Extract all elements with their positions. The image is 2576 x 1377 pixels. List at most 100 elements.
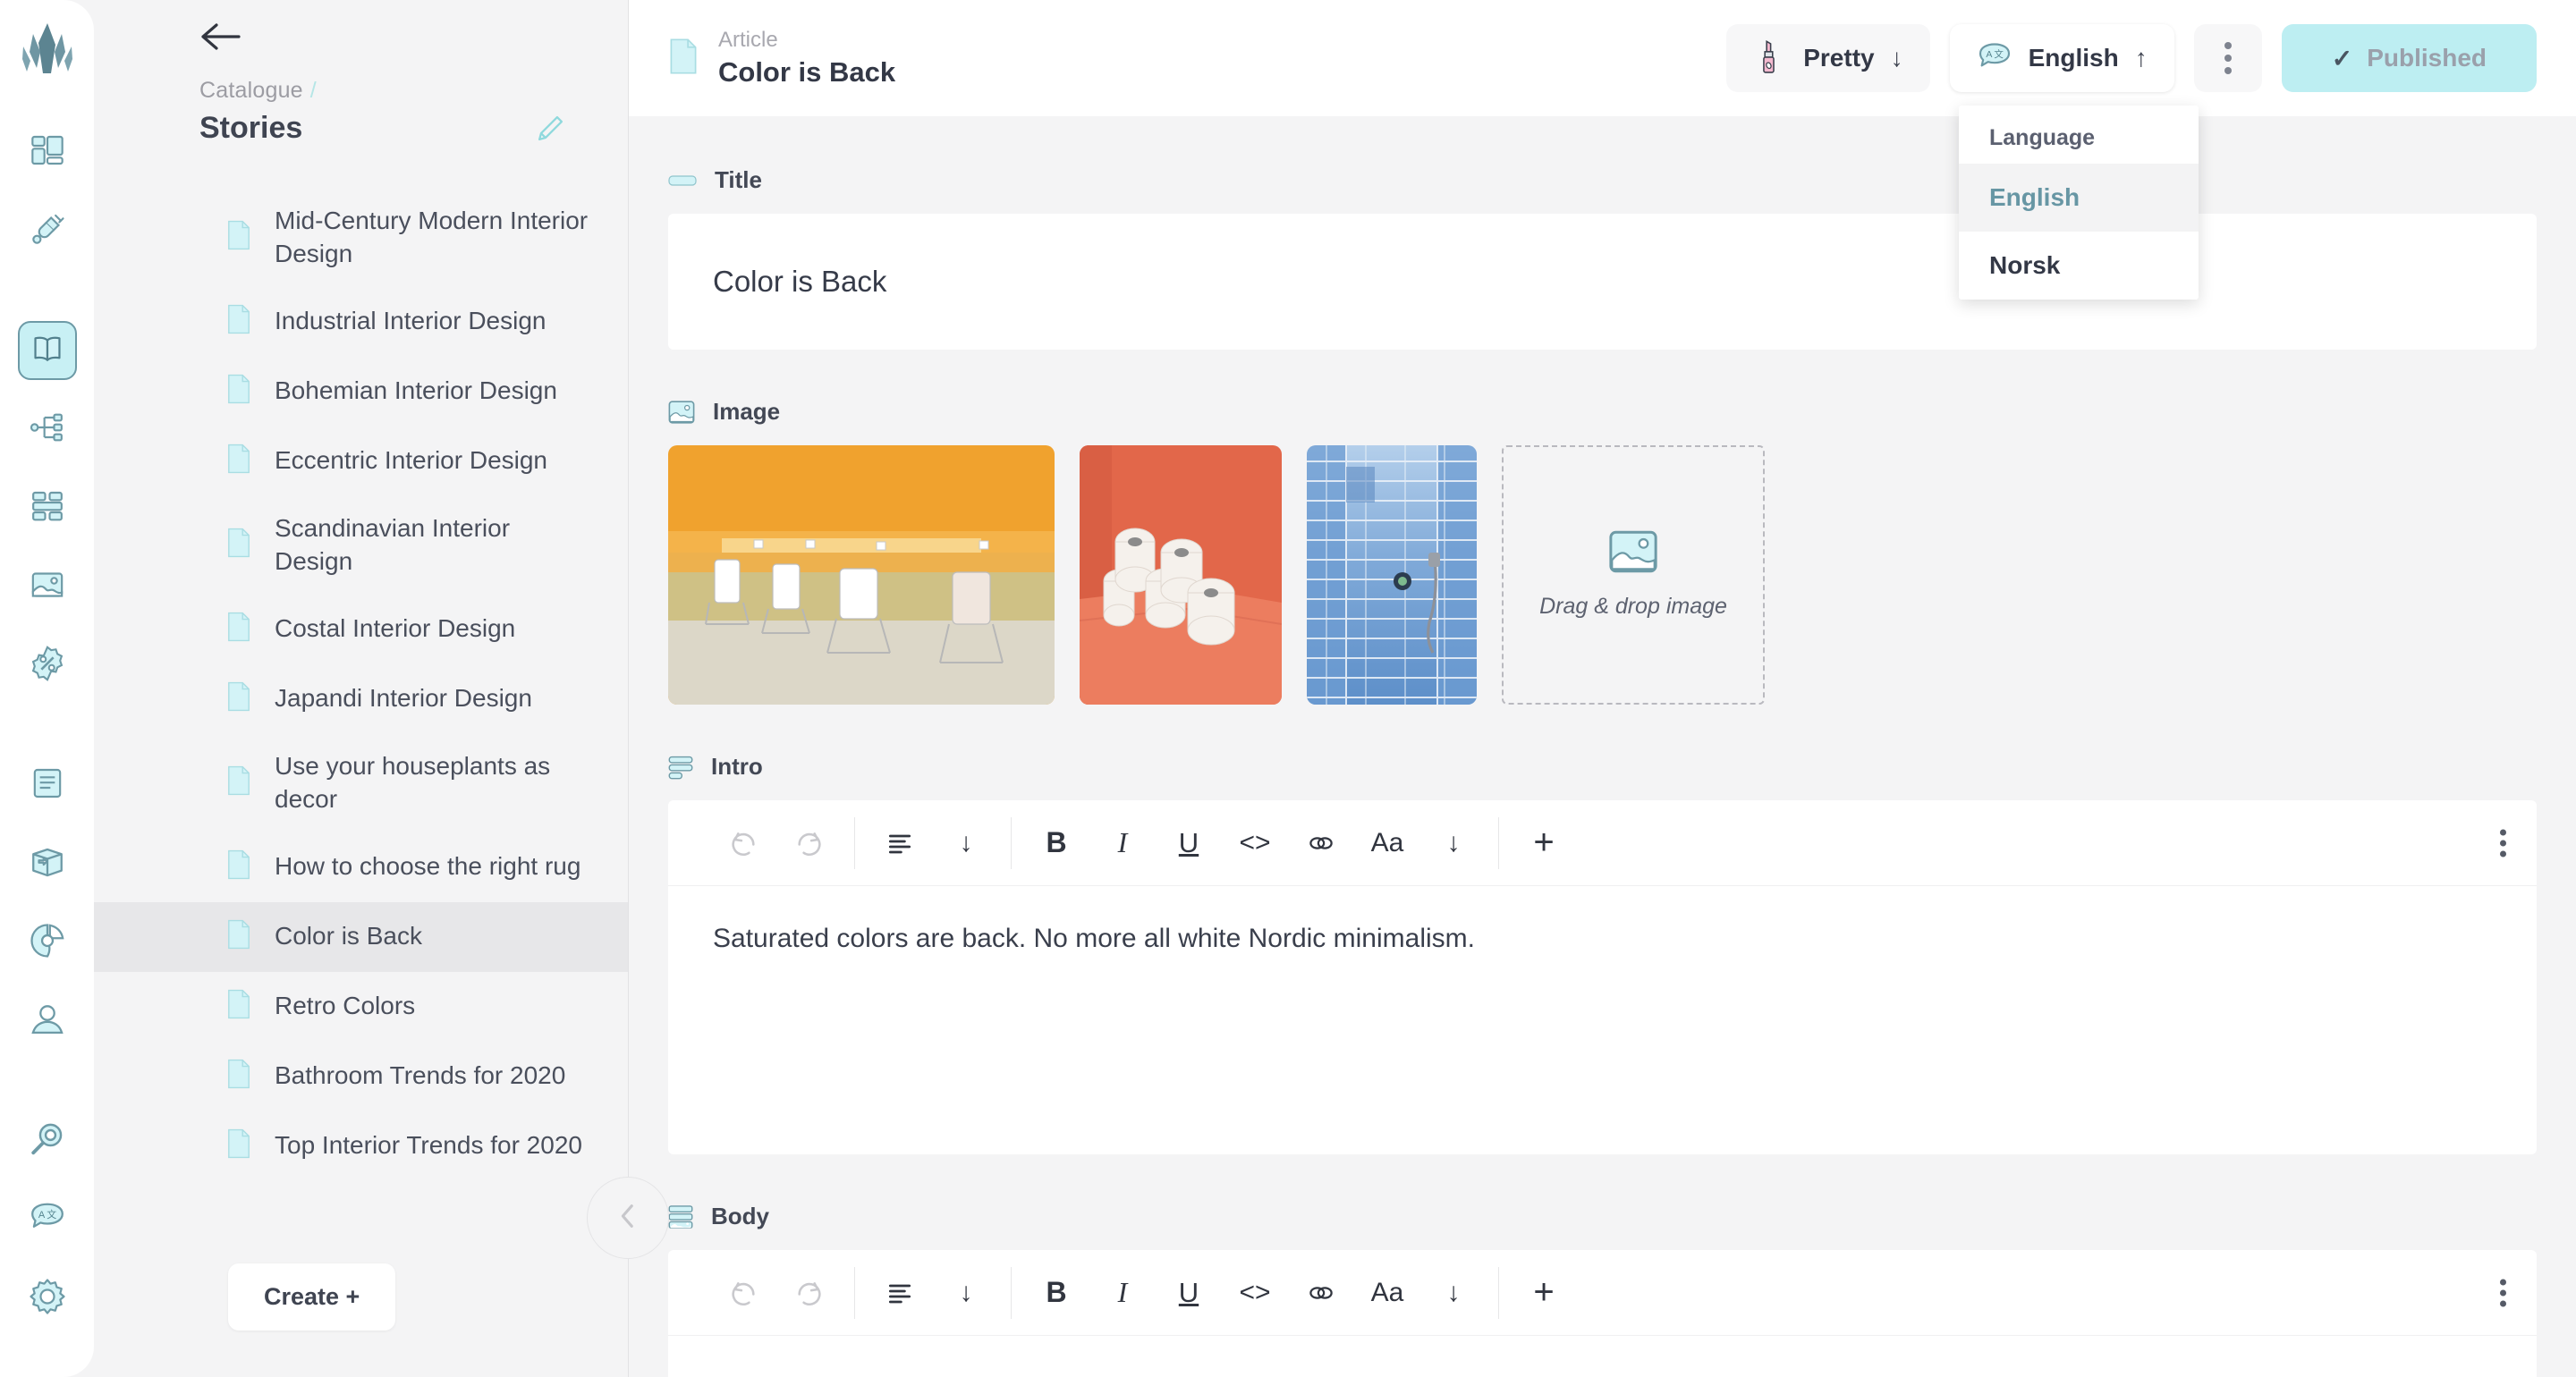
more-options-button[interactable] [2193,24,2262,92]
chevron-down-icon[interactable]: ↓ [941,818,991,868]
back-row [94,0,628,58]
create-button[interactable]: Create + [228,1263,396,1331]
editor-more-button[interactable] [2500,829,2506,857]
user-icon [29,1001,66,1043]
toolbar-insert-group: + [1499,1268,1589,1318]
list-item[interactable]: Costal Interior Design [94,595,628,664]
pretty-button[interactable]: Pretty ↓ [1726,24,1930,92]
sitemap-icon [30,410,65,450]
image-thumbnail-row: Drag & drop image [668,445,2537,705]
code-button[interactable]: <> [1230,1268,1280,1318]
dashboard-icon [30,132,65,173]
undo-icon[interactable] [718,818,768,868]
list-item-label: Bathroom Trends for 2020 [275,1061,566,1090]
image-thumbnail[interactable] [668,445,1055,705]
rich-text-icon [668,1204,693,1229]
field-label-text: Body [711,1203,769,1229]
field-image: Image Drag & drop image [629,398,2576,705]
edit-pencil-icon[interactable] [535,114,565,144]
list-item[interactable]: Bathroom Trends for 2020 [94,1042,628,1111]
bold-button[interactable]: B [1031,818,1081,868]
sidebar-item-orders[interactable] [18,756,77,815]
editor-more-button[interactable] [2500,1279,2506,1306]
sidebar-item-integrations[interactable] [18,201,77,260]
redo-icon[interactable] [784,818,835,868]
kebab-dot [2500,850,2506,857]
language-label: English [2028,44,2119,72]
sidebar-item-catalogue[interactable] [17,321,77,380]
list-item[interactable]: How to choose the right rug [94,832,628,902]
text-style-button[interactable]: Aa [1362,818,1412,868]
title-input[interactable]: Color is Back [668,214,2537,350]
list-item[interactable]: Retro Colors [94,972,628,1042]
image-dropzone[interactable]: Drag & drop image [1502,445,1765,705]
sidebar-item-settings[interactable] [18,1269,77,1328]
image-thumbnail[interactable] [1307,445,1477,705]
kebab-dot [2224,67,2232,74]
sidebar-item-structure[interactable] [18,400,77,459]
field-title-label: Title [668,166,2537,194]
list-item[interactable]: Use your houseplants as decor [94,734,628,832]
sidebar-item-analytics[interactable] [18,913,77,972]
publish-status-button[interactable]: ✓ Published [2281,24,2537,92]
italic-button[interactable]: I [1097,1268,1148,1318]
list-item[interactable]: Bohemian Interior Design [94,357,628,427]
body-editor-toolbar: ↓ B I U <> Aa ↓ + [668,1250,2537,1336]
list-item[interactable]: Japandi Interior Design [94,664,628,734]
text-style-button[interactable]: Aa [1362,1268,1412,1318]
underline-button[interactable]: U [1164,818,1214,868]
bold-button[interactable]: B [1031,1268,1081,1318]
list-item[interactable]: Industrial Interior Design [94,287,628,357]
field-body: Body ↓ B I U <> Aa ↓ + [629,1203,2576,1377]
book-icon [30,332,64,370]
chevron-down-icon[interactable]: ↓ [941,1268,991,1318]
link-icon[interactable] [1296,818,1346,868]
kebab-dot [2500,840,2506,846]
sidebar-item-discounts[interactable] [18,636,77,695]
sidebar-item-language[interactable]: A 文 [18,1190,77,1249]
undo-icon[interactable] [718,1268,768,1318]
list-item-label: Industrial Interior Design [275,307,547,335]
chevron-down-icon[interactable]: ↓ [1428,1268,1479,1318]
sidebar-item-dashboard[interactable] [18,122,77,182]
field-label-text: Title [715,166,762,193]
image-thumbnail[interactable] [1080,445,1282,705]
body-text[interactable] [668,1336,2537,1377]
language-dropdown: Language English Norsk [1959,106,2199,300]
chevron-down-icon[interactable]: ↓ [1428,818,1479,868]
align-left-icon[interactable] [875,1268,925,1318]
list-item-label: Retro Colors [275,992,416,1020]
list-item[interactable]: Top Interior Trends for 2020 [94,1111,628,1181]
list-item[interactable]: Eccentric Interior Design [94,427,628,496]
sidebar-item-shipping[interactable] [18,834,77,893]
list-item[interactable]: Scandinavian Interior Design [94,496,628,595]
link-icon[interactable] [1296,1268,1346,1318]
sidebar-item-search[interactable] [18,1111,77,1170]
list-item-label: Color is Back [275,922,422,950]
top-bar: Article Color is Back Pretty ↓ A 文 Engli… [629,0,2576,116]
intro-text[interactable]: Saturated colors are back. No more all w… [668,886,2537,1154]
align-left-icon[interactable] [875,818,925,868]
sidebar-item-components[interactable] [18,478,77,537]
add-block-button[interactable]: + [1519,818,1569,868]
add-block-button[interactable]: + [1519,1268,1569,1318]
list-item-selected[interactable]: Color is Back [94,901,628,972]
app-logo[interactable] [21,21,73,81]
redo-icon[interactable] [784,1268,835,1318]
document-icon [226,304,251,339]
sidebar-item-media[interactable] [18,557,77,616]
breadcrumb-catalogue[interactable]: Catalogue [199,78,303,103]
code-button[interactable]: <> [1230,818,1280,868]
underline-button[interactable]: U [1164,1268,1214,1318]
list-item[interactable]: Mid-Century Modern Interior Design [94,189,628,287]
italic-button[interactable]: I [1097,818,1148,868]
pie-chart-icon [29,922,66,964]
breadcrumb: Catalogue / [94,58,628,104]
language-option-english[interactable]: English [1959,164,2199,232]
language-option-norsk[interactable]: Norsk [1959,232,2199,300]
sidebar-item-customers[interactable] [18,992,77,1051]
back-arrow-icon[interactable] [199,23,242,57]
field-intro-label: Intro [668,753,2537,781]
language-button[interactable]: A 文 English ↑ [1949,24,2174,92]
collapse-panel-button[interactable] [587,1177,669,1259]
